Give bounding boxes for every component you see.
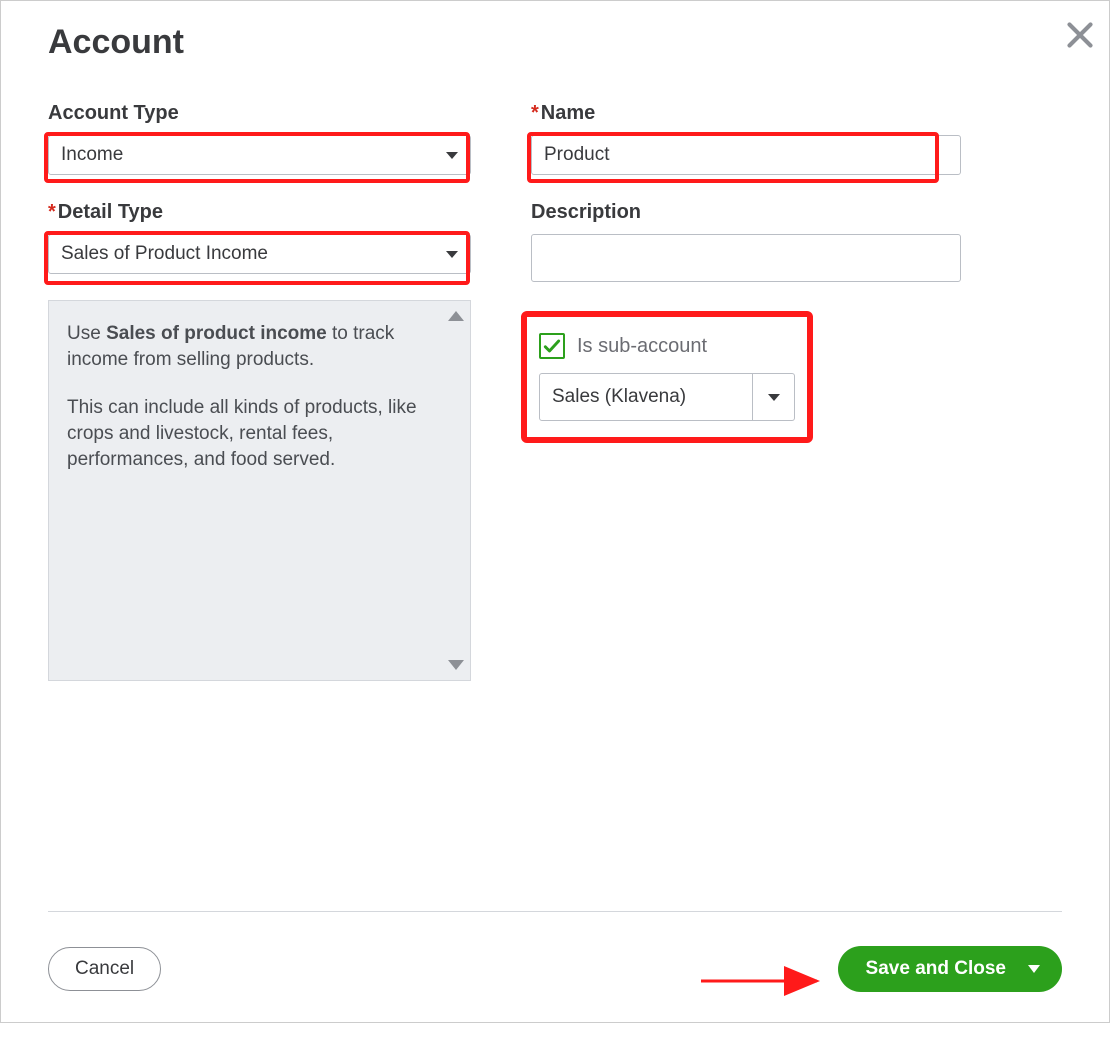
save-and-close-button[interactable]: Save and Close (838, 946, 1062, 992)
detail-type-select[interactable]: Sales of Product Income (48, 234, 471, 274)
dialog-footer: Cancel Save and Close (48, 911, 1062, 992)
chevron-down-icon (768, 394, 780, 401)
close-icon[interactable] (1066, 21, 1094, 49)
annotation-arrow (701, 961, 831, 1001)
parent-account-dropdown-button[interactable] (753, 373, 795, 421)
scroll-up-icon[interactable] (448, 311, 464, 321)
required-asterisk: * (531, 102, 539, 124)
chevron-down-icon (1028, 965, 1040, 973)
name-label: *Name (531, 102, 961, 125)
chevron-down-icon (446, 152, 458, 159)
parent-account-value: Sales (Klavena) (552, 386, 686, 408)
description-input[interactable] (531, 234, 961, 282)
account-type-label: Account Type (48, 102, 471, 125)
account-type-value: Income (61, 144, 123, 166)
save-button-label: Save and Close (866, 958, 1006, 980)
required-asterisk: * (48, 201, 56, 223)
account-type-select[interactable]: Income (48, 135, 471, 175)
cancel-button[interactable]: Cancel (48, 947, 161, 991)
description-label: Description (531, 201, 961, 224)
sub-account-group: Is sub-account Sales (Klavena) (521, 311, 813, 443)
name-input[interactable] (531, 135, 961, 175)
is-sub-account-checkbox[interactable] (539, 333, 565, 359)
detail-type-help: Use Sales of product income to track inc… (48, 300, 471, 681)
scroll-down-icon[interactable] (448, 660, 464, 670)
detail-type-value: Sales of Product Income (61, 243, 268, 265)
is-sub-account-label: Is sub-account (577, 335, 707, 358)
page-title: Account (48, 23, 1062, 62)
detail-type-label: *Detail Type (48, 201, 471, 224)
chevron-down-icon (446, 251, 458, 258)
parent-account-select[interactable]: Sales (Klavena) (539, 373, 753, 421)
